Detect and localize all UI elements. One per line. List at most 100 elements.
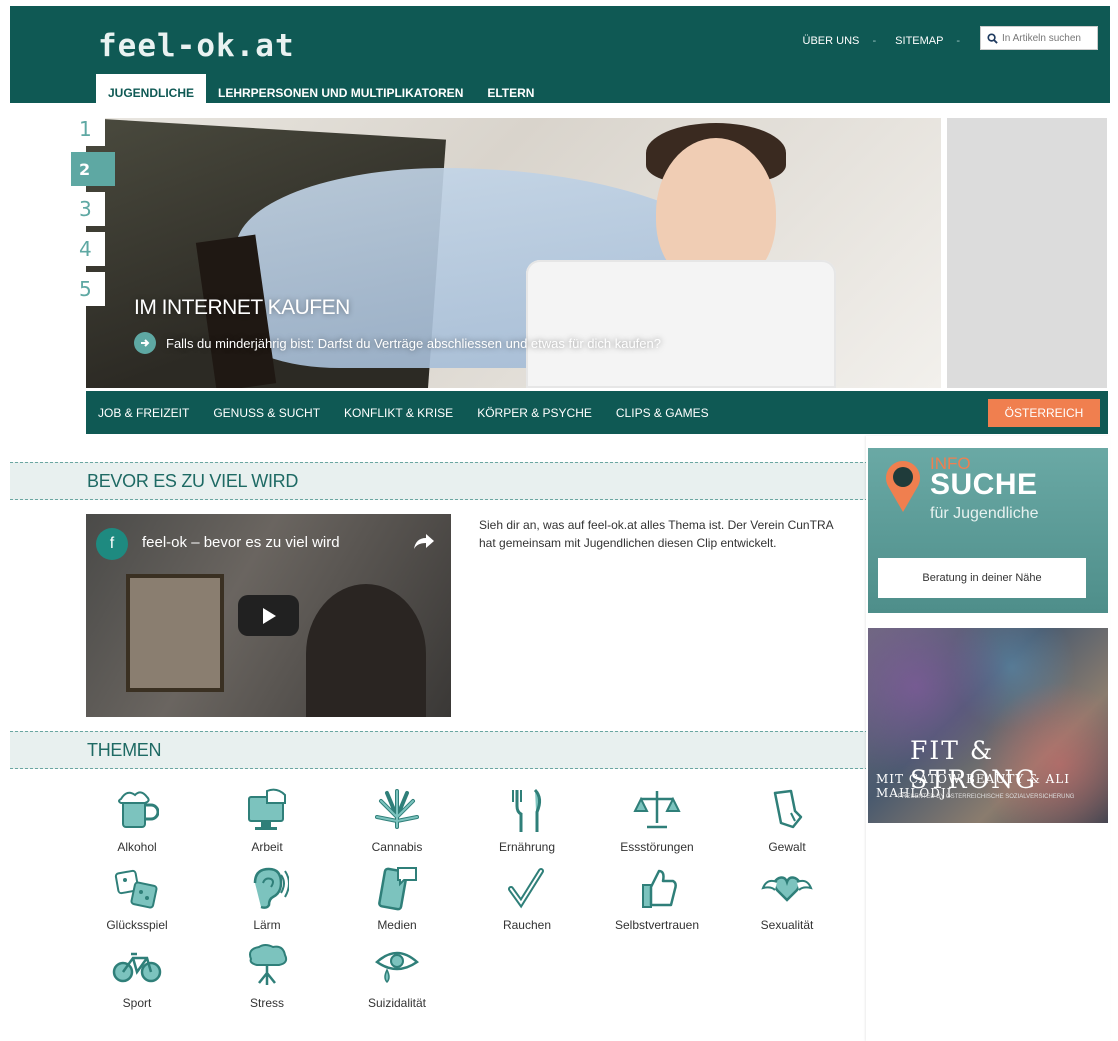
info-suche-box[interactable]: INFO SUCHE für Jugendliche Beratung in d…	[868, 448, 1108, 613]
dice-icon	[109, 864, 165, 912]
hero-title[interactable]: IM INTERNET KAUFEN	[134, 296, 350, 320]
tab-eltern[interactable]: ELTERN	[475, 74, 546, 109]
right-sidebar: INFO SUCHE für Jugendliche Beratung in d…	[866, 436, 1110, 1041]
section-title: BEVOR ES ZU VIEL WIRD	[87, 471, 299, 491]
topic-label: Suizidalität	[367, 996, 427, 1010]
topic-label: Selbstvertrauen	[614, 918, 700, 932]
storm-tree-icon	[239, 942, 295, 990]
winged-heart-icon	[759, 864, 815, 912]
topic-label: Medien	[377, 918, 417, 932]
hand-icon	[759, 786, 815, 834]
audience-tabs: JUGENDLICHE LEHRPERSONEN UND MULTIPLIKAT…	[96, 74, 546, 109]
category-clips-games[interactable]: CLIPS & GAMES	[616, 406, 709, 420]
hero-image-laptop	[526, 260, 836, 388]
tab-jugendliche[interactable]: JUGENDLICHE	[96, 74, 207, 109]
topic-cannabis[interactable]: Cannabis	[342, 786, 452, 854]
topic-medien[interactable]: Medien	[342, 864, 452, 932]
cannabis-leaf-icon	[369, 786, 425, 834]
slide-number-nav: 1 2 3 4 5	[71, 112, 115, 312]
category-genuss-sucht[interactable]: GENUSS & SUCHT	[213, 406, 320, 420]
video-title[interactable]: feel-ok – bevor es zu viel wird	[142, 534, 340, 551]
category-nav: JOB & FREIZEIT GENUSS & SUCHT KONFLIKT &…	[86, 391, 1108, 434]
topic-essstoerungen[interactable]: Essstörungen	[602, 786, 712, 854]
topic-label: Sport	[122, 996, 152, 1010]
hero-slider[interactable]: IM INTERNET KAUFEN Falls du minderjährig…	[86, 118, 941, 388]
topic-label: Arbeit	[251, 840, 283, 854]
site-logo[interactable]: feel-ok.at	[98, 28, 295, 64]
topic-label: Rauchen	[502, 918, 552, 932]
fit-strong-banner[interactable]: FIT & STRONG MIT CATOW BEAUTY & ALI MAHL…	[868, 628, 1108, 823]
top-links: ÜBER UNS - SITEMAP -	[797, 35, 970, 47]
topic-label: Ernährung	[498, 840, 556, 854]
map-pin-icon	[886, 461, 920, 512]
topic-laerm[interactable]: Lärm	[212, 864, 322, 932]
thumbs-up-icon	[629, 864, 685, 912]
slide-2-button[interactable]: 2	[71, 152, 115, 186]
topic-sport[interactable]: Sport	[82, 942, 192, 1010]
topic-stress[interactable]: Stress	[212, 942, 322, 1010]
topic-selbstvertrauen[interactable]: Selbstvertrauen	[602, 864, 712, 932]
bicycle-icon	[109, 942, 165, 990]
tab-lehrpersonen[interactable]: LEHRPERSONEN UND MULTIPLIKATOREN	[206, 74, 475, 109]
topic-label: Alkohol	[117, 840, 157, 854]
section-title: THEMEN	[87, 740, 162, 760]
topic-gewalt[interactable]: Gewalt	[732, 786, 842, 854]
topic-gluecksspiel[interactable]: Glücksspiel	[82, 864, 192, 932]
topic-suizidalitaet[interactable]: Suizidalität	[342, 942, 452, 1010]
category-koerper-psyche[interactable]: KÖRPER & PSYCHE	[477, 406, 592, 420]
topic-rauchen[interactable]: Rauchen	[472, 864, 582, 932]
smartphone-icon	[369, 864, 425, 912]
hero-subtitle: Falls du minderjährig bist: Darfst du Ve…	[166, 335, 661, 351]
info-subtitle: für Jugendliche	[930, 505, 1039, 522]
computer-icon	[239, 786, 295, 834]
search-placeholder: In Artikeln suchen	[1002, 32, 1081, 44]
topic-arbeit[interactable]: Arbeit	[212, 786, 322, 854]
video-thumbnail-person	[306, 584, 426, 717]
section-header-bevor: BEVOR ES ZU VIEL WIRD	[10, 462, 868, 500]
topic-label: Glücksspiel	[106, 918, 168, 932]
link-ueber-uns[interactable]: ÜBER UNS	[803, 35, 860, 47]
suche-label: SUCHE	[930, 468, 1038, 501]
search-icon	[987, 32, 998, 44]
slide-5-button[interactable]: 5	[71, 272, 105, 306]
topic-alkohol[interactable]: Alkohol	[82, 786, 192, 854]
beer-mug-icon	[109, 786, 165, 834]
category-job-freizeit[interactable]: JOB & FREIZEIT	[98, 406, 189, 420]
video-thumbnail-mirror	[126, 574, 224, 692]
play-icon	[262, 607, 276, 624]
checkmark-cigarette-icon	[499, 864, 555, 912]
scale-icon	[629, 786, 685, 834]
slide-4-button[interactable]: 4	[71, 232, 105, 266]
section-header-themen: THEMEN	[10, 731, 868, 769]
topic-label: Gewalt	[768, 840, 806, 854]
arrow-right-icon	[134, 332, 156, 354]
intro-text: Sieh dir an, was auf feel-ok.at alles Th…	[479, 518, 833, 550]
crying-eye-icon	[369, 942, 425, 990]
banner-sponsor: PRESENTED BY ÖSTERREICHISCHE SOZIALVERSI…	[898, 794, 1075, 800]
topic-label: Essstörungen	[620, 840, 694, 854]
category-konflikt-krise[interactable]: KONFLIKT & KRISE	[344, 406, 453, 420]
ad-placeholder	[947, 118, 1107, 388]
slide-3-button[interactable]: 3	[71, 192, 105, 226]
play-button[interactable]	[238, 595, 299, 636]
share-icon[interactable]	[413, 532, 435, 550]
topic-label: Stress	[249, 996, 284, 1010]
country-button[interactable]: ÖSTERREICH	[988, 399, 1100, 427]
separator: -	[872, 35, 877, 47]
link-sitemap[interactable]: SITEMAP	[895, 35, 943, 47]
topic-label: Sexualität	[760, 918, 814, 932]
beratung-button[interactable]: Beratung in deiner Nähe	[878, 558, 1086, 598]
hero-subtitle-link[interactable]: Falls du minderjährig bist: Darfst du Ve…	[134, 332, 661, 354]
slide-1-button[interactable]: 1	[71, 112, 105, 146]
cutlery-icon	[499, 786, 555, 834]
topic-ernaehrung[interactable]: Ernährung	[472, 786, 582, 854]
topic-label: Cannabis	[371, 840, 423, 854]
site-header: feel-ok.at ÜBER UNS - SITEMAP - In Artik…	[10, 6, 1110, 109]
separator: -	[956, 35, 960, 47]
search-input[interactable]: In Artikeln suchen	[980, 26, 1098, 50]
channel-avatar[interactable]: f	[96, 528, 128, 560]
topic-sexualitaet[interactable]: Sexualität	[732, 864, 842, 932]
ear-icon	[239, 864, 295, 912]
topic-label: Lärm	[253, 918, 281, 932]
video-player[interactable]: f feel-ok – bevor es zu viel wird	[86, 514, 451, 717]
